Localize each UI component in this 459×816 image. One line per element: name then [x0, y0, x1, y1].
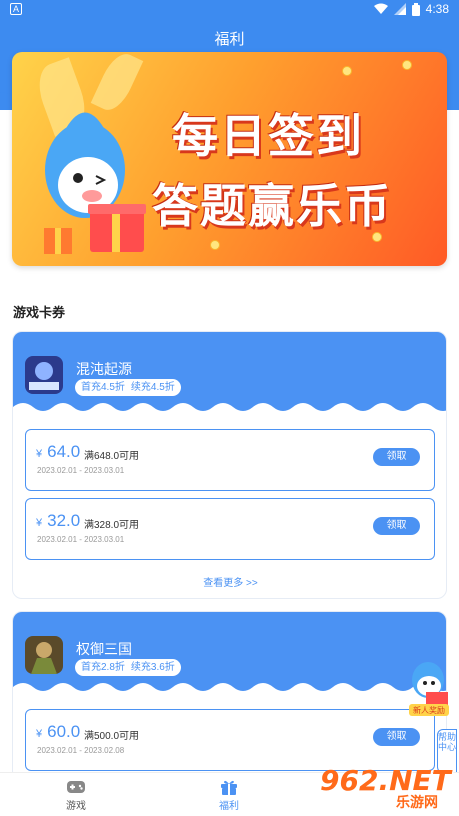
tab-games-label: 游戏: [66, 801, 86, 812]
game-card-header: 混沌起源 首充4.5折 续充4.5折: [13, 332, 446, 415]
banner-coin-decoration: [210, 240, 220, 250]
wifi-icon: [373, 3, 388, 14]
coupon-amount: ¥32.0: [36, 511, 81, 530]
coupon-date-range: 2023.02.01 - 2023.03.01: [37, 466, 125, 475]
signal-icon: [393, 3, 406, 15]
renew-recharge-discount: 续充4.5折: [130, 382, 175, 393]
coupon-date-range: 2023.02.01 - 2023.02.08: [37, 746, 125, 755]
coupon-item: ¥60.0 满500.0可用 2023.02.01 - 2023.02.08 领…: [25, 709, 435, 771]
tab-games[interactable]: 游戏: [36, 779, 116, 812]
checkin-banner[interactable]: 每日签到 答题赢乐币: [12, 52, 447, 266]
section-title-game-coupons: 游戏卡券: [13, 305, 66, 320]
coupon-condition: 满328.0可用: [84, 520, 140, 531]
claim-button[interactable]: 领取: [373, 448, 420, 466]
banner-subheadline: 答题赢乐币: [152, 179, 392, 233]
claim-button[interactable]: 领取: [373, 517, 420, 535]
game-icon-quanyu[interactable]: [25, 636, 63, 674]
watermark-sub: 乐游网: [396, 794, 438, 810]
tab-welfare[interactable]: 福利: [189, 779, 269, 812]
battery-icon: [411, 2, 420, 16]
claim-button[interactable]: 领取: [373, 728, 420, 746]
game-card-header: 权御三国 首充2.8折 续充3.6折: [13, 612, 446, 695]
site-watermark: 962.NET 乐游网: [318, 764, 459, 812]
coupon-condition: 满648.0可用: [84, 451, 140, 462]
discount-badge: 首充2.8折 续充3.6折: [75, 659, 181, 676]
status-bar: A 4:38: [0, 0, 459, 20]
gift-icon: [221, 780, 237, 795]
gamepad-icon: [67, 781, 85, 793]
reward-mascot-icon: 新人奖励: [409, 662, 449, 716]
renew-recharge-discount: 续充3.6折: [130, 662, 175, 673]
status-time: 4:38: [425, 2, 449, 16]
card-wave-divider: [13, 403, 446, 415]
game-thumbnail-icon: [25, 356, 63, 394]
see-more-link[interactable]: 查看更多 >>: [13, 574, 446, 589]
coupon-condition: 满500.0可用: [84, 731, 140, 742]
new-user-reward-float[interactable]: 新人奖励: [406, 654, 452, 718]
reward-label: 新人奖励: [413, 705, 445, 715]
game-icon-hundun[interactable]: [25, 356, 63, 394]
coupon-amount: ¥64.0: [36, 442, 81, 461]
game-coupon-card: 权御三国 首充2.8折 续充3.6折 ¥60.0 满500.0可用 2023.02…: [12, 611, 447, 781]
coupon-item: ¥64.0 满648.0可用 2023.02.01 - 2023.03.01 领…: [25, 429, 435, 491]
first-recharge-discount: 首充4.5折: [81, 382, 125, 393]
banner-headline: 每日签到: [172, 109, 364, 163]
first-recharge-discount: 首充2.8折: [81, 662, 125, 673]
tab-welfare-label: 福利: [219, 801, 239, 812]
game-thumbnail-icon: [25, 636, 63, 674]
app-notification-icon: A: [10, 3, 22, 15]
page-title: 福利: [214, 31, 245, 48]
coupon-date-range: 2023.02.01 - 2023.03.01: [37, 535, 125, 544]
mascot-illustration: [44, 112, 146, 254]
card-wave-divider: [13, 683, 446, 695]
discount-badge: 首充4.5折 续充4.5折: [75, 379, 181, 396]
game-name[interactable]: 权御三国: [76, 639, 132, 659]
game-name[interactable]: 混沌起源: [76, 359, 132, 379]
banner-coin-decoration: [342, 66, 352, 76]
game-coupon-card: 混沌起源 首充4.5折 续充4.5折 ¥64.0 满648.0可用 2023.02…: [12, 331, 447, 599]
coupon-item: ¥32.0 满328.0可用 2023.02.01 - 2023.03.01 领…: [25, 498, 435, 560]
coupon-amount: ¥60.0: [36, 722, 81, 741]
banner-coin-decoration: [402, 60, 412, 70]
